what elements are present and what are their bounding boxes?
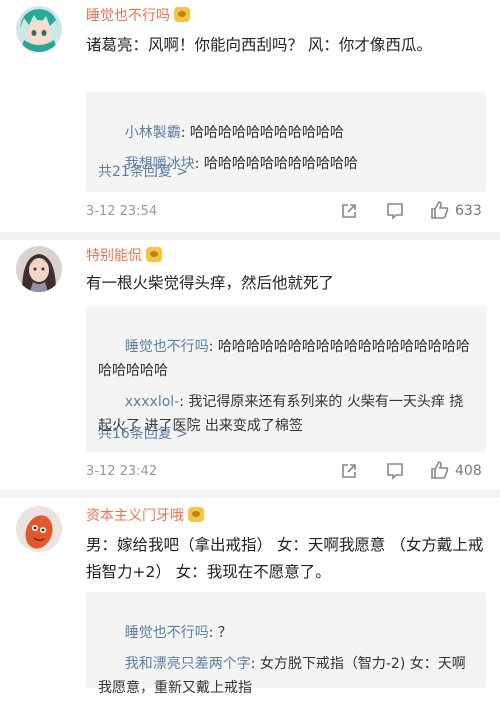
username[interactable]: 睡觉也不行吗: [86, 5, 190, 25]
reply-username[interactable]: 睡觉也不行吗: [125, 339, 209, 355]
avatar[interactable]: [16, 246, 62, 292]
comment-text: 诸葛亮：风啊！你能向西刮吗？ 风：你才像西瓜。: [86, 36, 432, 54]
share-icon[interactable]: [340, 462, 358, 480]
vip-badge-icon: [146, 247, 162, 262]
like-icon[interactable]: [430, 460, 450, 480]
timestamp: 3-12 23:42: [86, 464, 158, 479]
comment-text: 有一根火柴觉得头痒，然后他就死了: [86, 274, 335, 292]
reply-item[interactable]: xxxxlol-: 我记得原来还有系列来的 火柴有一天头痒 挠起火了 进了医院 …: [98, 366, 476, 462]
divider: [0, 490, 500, 498]
reply-text: 哈哈哈哈哈哈哈哈哈哈哈: [203, 156, 358, 172]
reply-box[interactable]: 睡觉也不行吗: 哈哈哈哈哈哈哈哈哈哈哈哈哈哈哈哈哈哈哈哈哈哈哈 xxxxlol-…: [86, 306, 486, 452]
share-icon[interactable]: [340, 202, 358, 220]
comment-item: 资本主义门牙哦 男：嫁给我吧（拿出戒指） 女：天啊我愿意 （女方戴上戒指智力+2…: [0, 498, 500, 696]
like-icon[interactable]: [430, 200, 450, 220]
reply-colon: :: [208, 339, 218, 355]
reply-username[interactable]: xxxxlol-: [125, 394, 180, 410]
comment-item: 睡觉也不行吗 诸葛亮：风啊！你能向西刮吗？ 风：你才像西瓜。 小林製霸: 哈哈哈…: [0, 0, 500, 232]
username-text[interactable]: 睡觉也不行吗: [86, 8, 170, 24]
more-replies-link[interactable]: 共21条回复 >: [98, 161, 188, 181]
reply-box[interactable]: 睡觉也不行吗: ？ 我和漂亮只差两个字: 女方脱下戒指（智力-2) 女：天啊我愿…: [86, 592, 486, 696]
like-count: 633: [455, 203, 482, 219]
avatar[interactable]: [16, 506, 62, 552]
comment-text: 男：嫁给我吧（拿出戒指） 女：天啊我愿意 （女方戴上戒指智力+2） 女：我现在不…: [86, 536, 484, 581]
reply-username[interactable]: 我和漂亮只差两个字: [125, 656, 251, 672]
reply-box[interactable]: 小林製霸: 哈哈哈哈哈哈哈哈哈哈哈 我想嚼冰块: 哈哈哈哈哈哈哈哈哈哈哈 共21…: [86, 92, 486, 192]
vip-badge-icon: [188, 507, 204, 522]
vip-badge-icon: [174, 7, 190, 22]
comment-icon[interactable]: [386, 202, 404, 220]
reply-colon: :: [194, 156, 204, 172]
comment-item: 特别能侃 有一根火柴觉得头痒，然后他就死了 睡觉也不行吗: 哈哈哈哈哈哈哈哈哈哈…: [0, 240, 500, 490]
timestamp: 3-12 23:54: [86, 204, 158, 219]
avatar[interactable]: [16, 6, 62, 52]
username-text[interactable]: 资本主义门牙哦: [86, 508, 184, 524]
username[interactable]: 特别能侃: [86, 245, 162, 265]
more-replies-link[interactable]: 共16条回复 >: [98, 423, 188, 443]
reply-item[interactable]: 我和漂亮只差两个字: 女方脱下戒指（智力-2) 女：天啊我愿意，重新又戴上戒指: [98, 628, 476, 724]
divider: [0, 232, 500, 240]
username[interactable]: 资本主义门牙哦: [86, 505, 204, 525]
like-count: 408: [455, 463, 482, 479]
comment-icon[interactable]: [386, 462, 404, 480]
reply-colon: :: [250, 656, 260, 672]
username-text[interactable]: 特别能侃: [86, 248, 142, 264]
